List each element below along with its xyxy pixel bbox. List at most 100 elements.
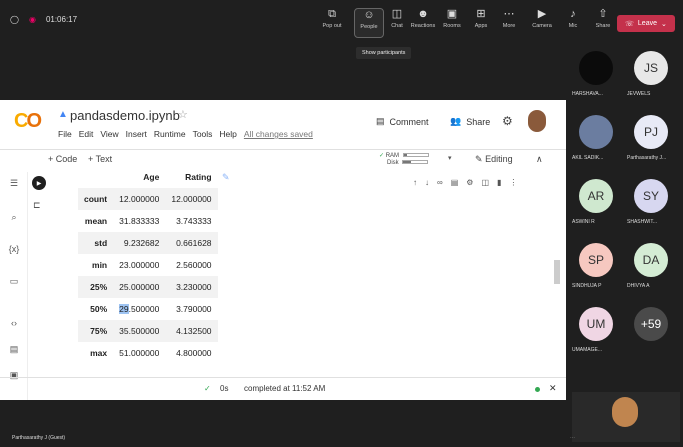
- table-row: 75% 35.500000 4.132500: [78, 320, 218, 342]
- add-text-button[interactable]: + Text: [88, 154, 112, 164]
- toolbar-button-pop-out[interactable]: ⧉ Pop out: [317, 8, 347, 38]
- toolbar-button-people[interactable]: ☺ People: [354, 8, 384, 38]
- comment-label: Comment: [389, 116, 429, 127]
- execution-time: 0s: [220, 384, 229, 393]
- leave-label: Leave: [637, 20, 657, 27]
- table-row: 50% 29.500000 3.790000: [78, 298, 218, 320]
- participant-tile[interactable]: UM UMAMAGE...: [570, 301, 626, 361]
- participant-name: SHASHWIT...: [627, 219, 658, 225]
- rating-cell: 3.230000: [176, 282, 212, 292]
- meeting-timer: 01:06:17: [45, 15, 78, 24]
- toolbar-label: Share: [595, 23, 611, 29]
- apps-icon: ⊞: [476, 8, 486, 20]
- dropdown-icon[interactable]: ▾: [448, 154, 452, 162]
- collapse-icon[interactable]: ∧: [536, 154, 543, 165]
- participant-tile[interactable]: SY SHASHWIT...: [625, 173, 681, 233]
- participant-tile[interactable]: +59: [625, 301, 681, 361]
- ram-label: RAM: [385, 153, 400, 159]
- move-up-icon[interactable]: ↑: [413, 178, 417, 187]
- menu-tools[interactable]: Tools: [193, 129, 213, 139]
- participant-tile[interactable]: DA DHIVYA A: [625, 237, 681, 297]
- participant-tile[interactable]: SP SINDHUJA P: [570, 237, 626, 297]
- add-code-button[interactable]: + Code: [48, 154, 77, 164]
- avatar: JS: [634, 51, 668, 85]
- disk-label: Disk: [387, 160, 399, 166]
- participant-tile[interactable]: JS JEVWELS: [625, 45, 681, 105]
- table-row: mean 31.833333 3.743333: [78, 210, 218, 232]
- age-cell: 29.500000: [113, 298, 165, 320]
- gear-icon[interactable]: ⚙: [502, 114, 513, 128]
- row-label: 25%: [90, 282, 108, 292]
- menu-edit[interactable]: Edit: [79, 129, 94, 139]
- delete-icon[interactable]: ▮: [497, 178, 501, 187]
- link-icon[interactable]: ∞: [437, 178, 443, 187]
- age-cell: 9.232682: [123, 238, 160, 248]
- self-video-tile[interactable]: [572, 392, 680, 442]
- scrollbar[interactable]: [553, 172, 561, 377]
- toolbar-button-more[interactable]: ⋯ More: [494, 8, 524, 38]
- row-label: std: [94, 238, 108, 248]
- command-palette-icon[interactable]: ▤: [6, 344, 22, 355]
- avatar: PJ: [634, 115, 668, 149]
- toolbar-button-mic[interactable]: ♪ Mic: [558, 8, 588, 38]
- people-icon: 👥: [450, 116, 462, 126]
- chevron-down-icon[interactable]: ⌄: [661, 20, 667, 28]
- editing-mode-button[interactable]: ✎ Editing: [475, 154, 513, 165]
- save-status-link[interactable]: All changes saved: [244, 129, 313, 139]
- settings-icon[interactable]: ⚙: [466, 178, 473, 187]
- age-cell: 25.000000: [119, 282, 160, 292]
- mic-icon: ♪: [570, 8, 576, 20]
- disk-bar: [402, 160, 429, 165]
- run-cell-button[interactable]: ▶: [32, 176, 46, 190]
- row-label: min: [92, 260, 108, 270]
- scroll-thumb[interactable]: [554, 260, 560, 284]
- menu-view[interactable]: View: [100, 129, 118, 139]
- code-snippets-icon[interactable]: ‹›: [6, 318, 22, 328]
- folder-icon[interactable]: ▭: [6, 276, 22, 287]
- meeting-status: ◯ ◉ 01:06:17: [10, 15, 77, 24]
- meeting-toolbar: ◯ ◉ 01:06:17 ⧉ Pop out ☺ People ◫ Chat ☻ Reacti…: [0, 0, 683, 45]
- star-icon[interactable]: ☆: [178, 108, 188, 121]
- output-icon[interactable]: ⊏: [33, 200, 41, 211]
- share-button[interactable]: 👥 Share: [450, 116, 490, 127]
- close-icon[interactable]: ✕: [549, 383, 557, 394]
- more-icon[interactable]: ⋯: [570, 435, 575, 441]
- search-icon[interactable]: ⌕: [6, 212, 22, 223]
- phone-icon: ☏: [625, 20, 634, 28]
- comment-button[interactable]: ▤ Comment: [376, 116, 429, 127]
- table-of-contents-icon[interactable]: ☰: [6, 178, 22, 189]
- reactions-icon: ☻: [417, 8, 429, 20]
- rating-cell: 0.661628: [176, 238, 212, 248]
- menu-file[interactable]: File: [58, 129, 72, 139]
- move-down-icon[interactable]: ↓: [425, 178, 429, 187]
- execution-status: completed at 11:52 AM: [244, 384, 326, 393]
- variables-icon[interactable]: {x}: [6, 244, 22, 254]
- toolbar-button-reactions[interactable]: ☻ Reactions: [408, 8, 438, 38]
- more-options-icon[interactable]: ⋮: [509, 178, 517, 187]
- edit-icon[interactable]: ✎: [222, 172, 230, 183]
- avatar[interactable]: [528, 110, 546, 132]
- toolbar-label: Reactions: [410, 23, 436, 29]
- mirror-cell-icon[interactable]: ◫: [481, 178, 489, 187]
- participant-tile[interactable]: PJ Parthasarathy J...: [625, 109, 681, 169]
- menu-runtime[interactable]: Runtime: [154, 129, 186, 139]
- pencil-icon: ✎: [475, 154, 483, 164]
- participant-tile[interactable]: AKIL SADIK...: [570, 109, 626, 169]
- participant-name: ASWINI R: [572, 219, 595, 225]
- leave-button[interactable]: ☏ Leave ⌄: [617, 15, 675, 32]
- people-icon: ☺: [363, 9, 375, 21]
- toolbar-button-apps[interactable]: ⊞ Apps: [466, 8, 496, 38]
- toolbar-button-rooms[interactable]: ▣ Rooms: [437, 8, 467, 38]
- notebook-title[interactable]: pandasdemo.ipynb: [70, 108, 180, 123]
- participant-tile[interactable]: AR ASWINI R: [570, 173, 626, 233]
- menu-insert[interactable]: Insert: [126, 129, 147, 139]
- comment-cell-icon[interactable]: ▤: [451, 178, 459, 187]
- menu-help[interactable]: Help: [219, 129, 236, 139]
- resource-monitor[interactable]: ✓ RAM Disk: [379, 153, 429, 167]
- toolbar-button-camera[interactable]: ▶ Camera: [527, 8, 557, 38]
- participant-tile[interactable]: HARSHAVA...: [570, 45, 626, 105]
- share-icon: ⇧: [598, 8, 608, 20]
- avatar: [579, 115, 613, 149]
- rooms-icon: ▣: [446, 8, 458, 20]
- toolbar-button-share[interactable]: ⇧ Share: [588, 8, 618, 38]
